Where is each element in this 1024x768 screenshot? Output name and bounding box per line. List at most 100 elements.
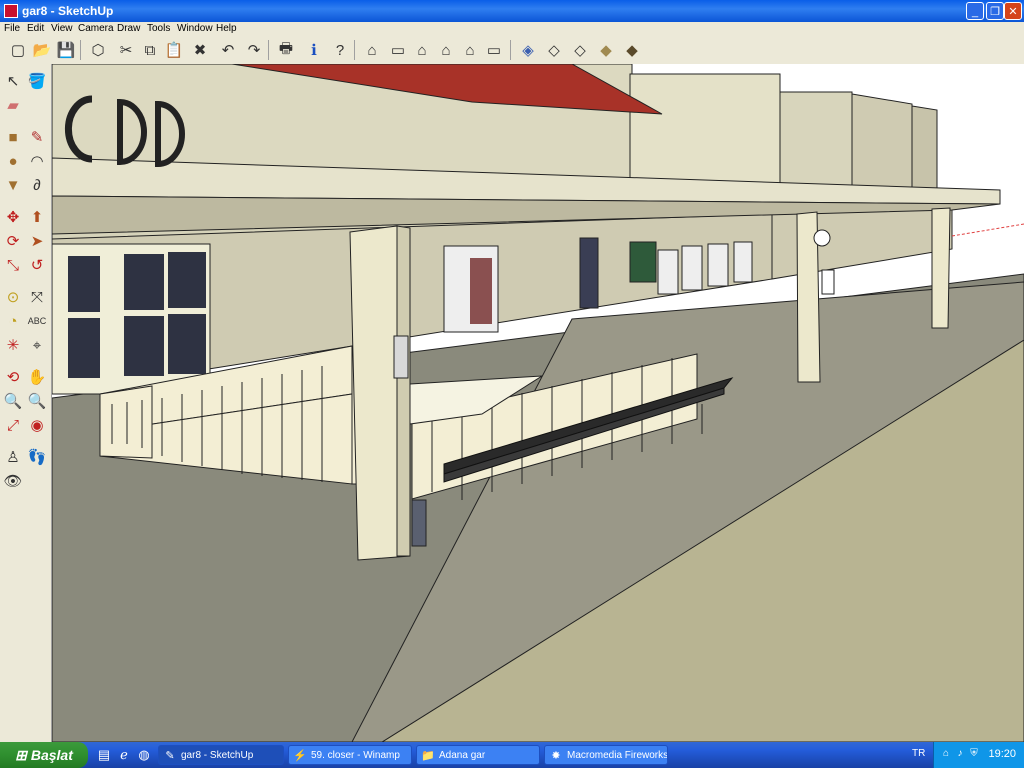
menu-draw[interactable]: Draw xyxy=(117,22,140,36)
zoom-extents-icon[interactable]: ⤢ xyxy=(2,414,24,436)
paint-bucket-icon[interactable]: 🪣 xyxy=(26,70,48,92)
window-title: gar8 - SketchUp xyxy=(22,4,114,18)
task-sketchup[interactable]: ✎ gar8 - SketchUp xyxy=(158,745,284,765)
model-viewport[interactable] xyxy=(52,64,1024,742)
show-desktop-icon[interactable]: ▤ xyxy=(96,747,112,763)
follow-me-icon[interactable]: ➤ xyxy=(26,230,48,252)
menu-window[interactable]: Window xyxy=(177,22,213,36)
dimension-icon[interactable]: ⤧ xyxy=(26,286,48,308)
start-label: Başlat xyxy=(30,747,73,763)
3d-text-icon[interactable]: ⌖ xyxy=(26,334,48,356)
orbit-icon[interactable]: ⟲ xyxy=(2,366,24,388)
trash-bin xyxy=(411,499,427,547)
freehand-icon[interactable]: ∂ xyxy=(26,174,48,196)
arc-icon[interactable]: ◠ xyxy=(26,150,48,172)
menu-edit[interactable]: Edit xyxy=(27,22,44,36)
start-button[interactable]: ⊞ Başlat xyxy=(0,742,88,768)
move-icon[interactable]: ✥ xyxy=(2,206,24,228)
fireworks-icon: ✸ xyxy=(551,750,561,762)
menu-view[interactable]: View xyxy=(51,22,73,36)
previous-view-icon[interactable]: ◉ xyxy=(26,414,48,436)
tower-block xyxy=(629,73,781,185)
xray-icon[interactable]: ◈ xyxy=(518,40,538,60)
door xyxy=(579,237,599,309)
print-icon[interactable]: 🖶 xyxy=(276,40,296,60)
rotate-icon[interactable]: ⟳ xyxy=(2,230,24,252)
back-view-icon[interactable]: ⌂ xyxy=(460,40,480,60)
task-label: Adana gar xyxy=(439,750,486,761)
top-view-icon[interactable]: ▭ xyxy=(388,40,408,60)
save-icon[interactable]: 💾 xyxy=(56,40,76,60)
task-label: gar8 - SketchUp xyxy=(181,750,254,761)
title-bar: gar8 - SketchUp _ ❐ ✕ xyxy=(0,0,1024,22)
erase-icon[interactable]: ✖ xyxy=(190,40,210,60)
eraser-icon[interactable]: ▰ xyxy=(2,94,24,116)
task-adana-gar[interactable]: 📁 Adana gar xyxy=(416,745,540,765)
copy-icon[interactable]: ⧉ xyxy=(140,40,160,60)
scale-icon[interactable]: ⤡ xyxy=(2,254,24,276)
text-icon[interactable]: ABC xyxy=(26,310,48,332)
ie-icon[interactable]: ℯ xyxy=(116,747,132,763)
folder-icon: 📁 xyxy=(421,750,435,762)
open-icon[interactable]: 📂 xyxy=(32,40,52,60)
shaded-icon[interactable]: ◆ xyxy=(596,40,616,60)
menu-tools[interactable]: Tools xyxy=(147,22,170,36)
new-icon[interactable]: ▢ xyxy=(8,40,28,60)
menu-file[interactable]: File xyxy=(4,22,20,36)
polygon-icon[interactable]: ▼ xyxy=(2,174,24,196)
zoom-window-icon[interactable]: 🔍 xyxy=(26,390,48,412)
menu-bar: File Edit View Camera Draw Tools Window … xyxy=(0,22,1024,36)
redo-icon[interactable]: ↷ xyxy=(244,40,264,60)
push-pull-icon[interactable]: ⬆ xyxy=(26,206,48,228)
pillar-3 xyxy=(931,207,951,329)
protractor-icon[interactable]: ◔ xyxy=(2,310,24,332)
left-view-icon[interactable]: ▭ xyxy=(484,40,504,60)
position-camera-icon[interactable]: ♙ xyxy=(2,446,24,468)
zoom-icon[interactable]: 🔍 xyxy=(2,390,24,412)
right-view-icon[interactable]: ⌂ xyxy=(436,40,456,60)
menu-camera[interactable]: Camera xyxy=(78,22,114,36)
circle-icon[interactable]: ● xyxy=(2,150,24,172)
main-toolbar: ▢ 📂 💾 ⬡ ✂ ⧉ 📋 ✖ ↶ ↷ 🖶 ℹ ? ⌂ ▭ ⌂ ⌂ ⌂ ▭ ◈ … xyxy=(0,36,1024,65)
help-icon[interactable]: ? xyxy=(330,40,350,60)
security-icon[interactable]: ⛨ xyxy=(968,748,980,760)
volume-icon[interactable]: ♪ xyxy=(954,748,966,760)
shaded-textures-icon[interactable]: ◆ xyxy=(622,40,642,60)
task-label: Macromedia Fireworks 8 xyxy=(567,750,668,761)
network-icon[interactable]: ⌂ xyxy=(940,748,952,760)
tool-palette: ↖ 🪣 ▰ ■ ✎ ● ◠ ▼ ∂ ✥ ⬆ ⟳ ➤ ⤡ ↺ ⊙ ⤧ ◔ ABC … xyxy=(0,64,52,742)
undo-icon[interactable]: ↶ xyxy=(218,40,238,60)
select-icon[interactable]: ↖ xyxy=(2,70,24,92)
model-info-icon[interactable]: ℹ xyxy=(304,40,324,60)
make-component-icon[interactable]: ⬡ xyxy=(88,40,108,60)
task-fireworks[interactable]: ✸ Macromedia Fireworks 8 xyxy=(544,745,668,765)
wireframe-icon[interactable]: ◇ xyxy=(544,40,564,60)
task-winamp[interactable]: ⚡ 59. closer - Winamp xyxy=(288,745,412,765)
minimize-button[interactable]: _ xyxy=(966,2,984,20)
sketchup-app-icon[interactable] xyxy=(4,4,18,18)
taskbar: ⊞ Başlat ▤ ℯ ◍ ✎ gar8 - SketchUp ⚡ 59. c… xyxy=(0,742,1024,768)
model-scene[interactable] xyxy=(52,64,1024,742)
paste-icon[interactable]: 📋 xyxy=(164,40,184,60)
look-around-icon[interactable]: 👁 xyxy=(2,470,24,492)
tape-measure-icon[interactable]: ⊙ xyxy=(2,286,24,308)
firefox-icon[interactable]: ◍ xyxy=(136,747,152,763)
hidden-line-icon[interactable]: ◇ xyxy=(570,40,590,60)
language-indicator[interactable]: TR xyxy=(912,748,925,759)
winamp-icon: ⚡ xyxy=(293,750,307,762)
axes-icon[interactable]: ✳ xyxy=(2,334,24,356)
pan-icon[interactable]: ✋ xyxy=(26,366,48,388)
clock[interactable]: 19:20 xyxy=(988,748,1016,760)
close-button[interactable]: ✕ xyxy=(1004,2,1022,20)
line-icon[interactable]: ✎ xyxy=(26,126,48,148)
entrance-doors xyxy=(52,243,211,395)
maximize-button[interactable]: ❐ xyxy=(986,2,1004,20)
system-tray: ⌂ ♪ ⛨ 19:20 xyxy=(933,742,1024,768)
walk-icon[interactable]: 👣 xyxy=(26,446,48,468)
front-view-icon[interactable]: ⌂ xyxy=(412,40,432,60)
rectangle-icon[interactable]: ■ xyxy=(2,126,24,148)
offset-icon[interactable]: ↺ xyxy=(26,254,48,276)
menu-help[interactable]: Help xyxy=(216,22,237,36)
cut-icon[interactable]: ✂ xyxy=(116,40,136,60)
iso-view-icon[interactable]: ⌂ xyxy=(362,40,382,60)
